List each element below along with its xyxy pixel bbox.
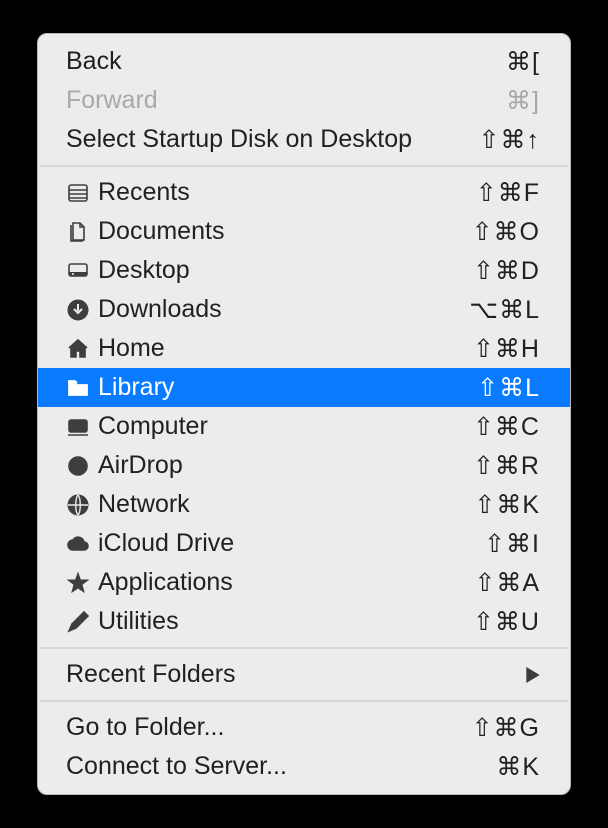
shortcut: ⌘] bbox=[506, 86, 540, 116]
menu-item-select-startup-disk[interactable]: Select Startup Disk on Desktop ⇧⌘↑ bbox=[38, 120, 570, 159]
label: Downloads bbox=[98, 295, 469, 324]
airdrop-icon bbox=[66, 454, 98, 478]
separator bbox=[40, 165, 568, 167]
menu-item-applications[interactable]: Applications ⇧⌘A bbox=[38, 563, 570, 602]
shortcut: ⇧⌘↑ bbox=[479, 125, 540, 155]
menu-item-library[interactable]: Library ⇧⌘L bbox=[38, 368, 570, 407]
menu-item-forward: Forward ⌘] bbox=[38, 81, 570, 120]
label: Home bbox=[98, 334, 473, 363]
menu-item-airdrop[interactable]: AirDrop ⇧⌘R bbox=[38, 446, 570, 485]
label: Forward bbox=[66, 86, 506, 115]
shortcut: ⇧⌘C bbox=[473, 412, 540, 442]
label: Recent Folders bbox=[66, 660, 526, 689]
shortcut: ⇧⌘D bbox=[473, 256, 540, 286]
shortcut: ⇧⌘A bbox=[474, 568, 540, 598]
menu-item-documents[interactable]: Documents ⇧⌘O bbox=[38, 212, 570, 251]
shortcut: ⇧⌘R bbox=[473, 451, 540, 481]
computer-icon bbox=[66, 415, 98, 439]
menu-item-go-to-folder[interactable]: Go to Folder... ⇧⌘G bbox=[38, 708, 570, 747]
label: Computer bbox=[98, 412, 473, 441]
label: Go to Folder... bbox=[66, 713, 472, 742]
label: Select Startup Disk on Desktop bbox=[66, 125, 479, 154]
label: AirDrop bbox=[98, 451, 473, 480]
shortcut: ⇧⌘F bbox=[476, 178, 540, 208]
separator bbox=[40, 700, 568, 702]
label: Network bbox=[98, 490, 474, 519]
label: Documents bbox=[98, 217, 472, 246]
network-icon bbox=[66, 493, 98, 517]
utilities-icon bbox=[66, 610, 98, 634]
shortcut: ⌘K bbox=[496, 752, 540, 782]
label: Applications bbox=[98, 568, 474, 597]
shortcut: ⇧⌘I bbox=[484, 529, 540, 559]
label: Desktop bbox=[98, 256, 473, 285]
label: Connect to Server... bbox=[66, 752, 496, 781]
menu-item-desktop[interactable]: Desktop ⇧⌘D bbox=[38, 251, 570, 290]
label: Recents bbox=[98, 178, 476, 207]
shortcut: ⌘[ bbox=[506, 47, 540, 77]
menu-item-connect-to-server[interactable]: Connect to Server... ⌘K bbox=[38, 747, 570, 786]
menu-item-recent-folders[interactable]: Recent Folders bbox=[38, 655, 570, 694]
menu-item-home[interactable]: Home ⇧⌘H bbox=[38, 329, 570, 368]
shortcut: ⌥⌘L bbox=[469, 295, 540, 325]
menu-item-recents[interactable]: Recents ⇧⌘F bbox=[38, 173, 570, 212]
desktop-icon bbox=[66, 259, 98, 283]
home-icon bbox=[66, 337, 98, 361]
shortcut: ⇧⌘H bbox=[473, 334, 540, 364]
shortcut: ⇧⌘U bbox=[473, 607, 540, 637]
shortcut: ⇧⌘O bbox=[472, 217, 540, 247]
shortcut: ⇧⌘G bbox=[472, 713, 540, 743]
label: Utilities bbox=[98, 607, 473, 636]
menu-item-network[interactable]: Network ⇧⌘K bbox=[38, 485, 570, 524]
separator bbox=[40, 647, 568, 649]
menu-item-utilities[interactable]: Utilities ⇧⌘U bbox=[38, 602, 570, 641]
label: Library bbox=[98, 373, 477, 402]
menu-item-downloads[interactable]: Downloads ⌥⌘L bbox=[38, 290, 570, 329]
go-menu[interactable]: Back ⌘[ Forward ⌘] Select Startup Disk o… bbox=[37, 33, 571, 795]
shortcut: ⇧⌘K bbox=[474, 490, 540, 520]
shortcut: ⇧⌘L bbox=[477, 373, 540, 403]
submenu-arrow-icon bbox=[526, 667, 540, 683]
label: iCloud Drive bbox=[98, 529, 484, 558]
library-icon bbox=[66, 376, 98, 400]
recents-icon bbox=[66, 181, 98, 205]
applications-icon bbox=[66, 571, 98, 595]
icloud-icon bbox=[66, 532, 98, 556]
downloads-icon bbox=[66, 298, 98, 322]
menu-item-back[interactable]: Back ⌘[ bbox=[38, 42, 570, 81]
documents-icon bbox=[66, 220, 98, 244]
menu-item-icloud-drive[interactable]: iCloud Drive ⇧⌘I bbox=[38, 524, 570, 563]
menu-item-computer[interactable]: Computer ⇧⌘C bbox=[38, 407, 570, 446]
label: Back bbox=[66, 47, 506, 76]
